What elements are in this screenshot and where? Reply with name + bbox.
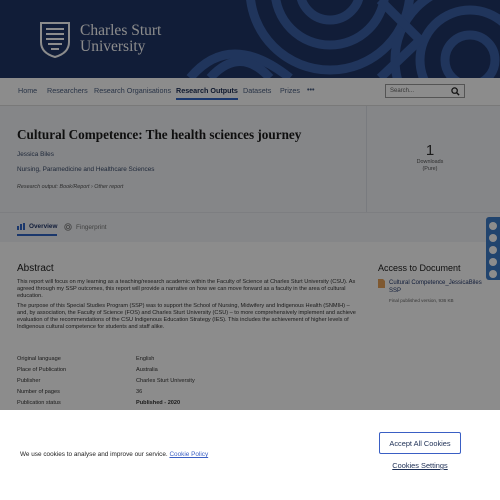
cookie-message: We use cookies to analyse and improve ou… bbox=[20, 451, 208, 458]
modal-overlay bbox=[0, 0, 500, 410]
accept-cookies-button[interactable]: Accept All Cookies bbox=[379, 432, 461, 454]
cookie-policy-link[interactable]: Cookie Policy bbox=[169, 451, 208, 458]
cookie-text: We use cookies to analyse and improve ou… bbox=[20, 451, 168, 458]
cookie-settings-button[interactable]: Cookies Settings bbox=[385, 461, 455, 475]
